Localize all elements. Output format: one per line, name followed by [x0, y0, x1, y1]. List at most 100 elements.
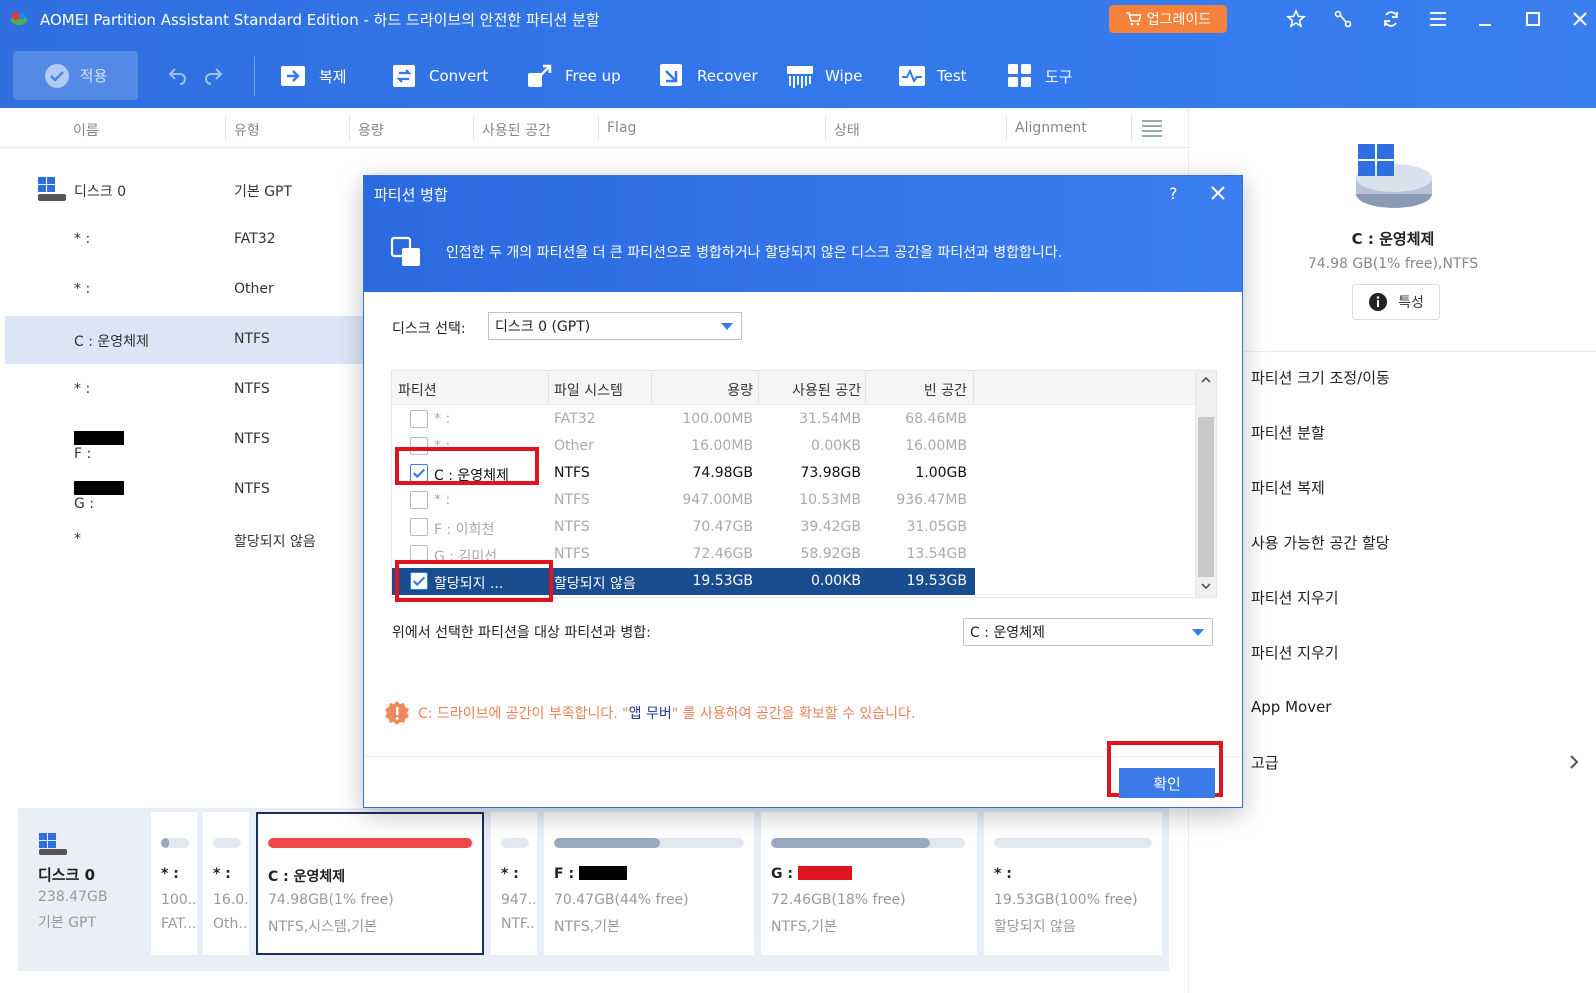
refresh-button[interactable] — [1379, 7, 1403, 31]
disk-map-disk0[interactable]: 디스크 0 238.47GB 기본 GPT — [18, 808, 146, 971]
undo-icon[interactable] — [167, 65, 189, 85]
action-wipe-partition[interactable]: 파티션 지우기 — [1251, 642, 1339, 663]
disk-map-partition-g[interactable]: G : 72.46GB(18% free) NTFS,기본 — [761, 812, 977, 955]
free-up-icon — [528, 64, 552, 87]
redacted-label — [797, 866, 852, 880]
column-used[interactable]: 사용된 공간 — [482, 120, 551, 140]
app-mover-link[interactable]: 앱 무버 — [629, 706, 672, 722]
toolbar-copy[interactable]: 복제 — [279, 60, 347, 92]
scroll-down-icon[interactable] — [1200, 581, 1212, 591]
redacted-label — [74, 481, 124, 495]
toolbar-convert[interactable]: Convert — [389, 60, 488, 92]
close-icon — [1573, 12, 1587, 26]
toolbar-tools[interactable]: 도구 — [1005, 60, 1073, 92]
annotation-box — [395, 447, 539, 485]
close-icon[interactable] — [1207, 182, 1229, 204]
upgrade-label: 업그레이드 — [1146, 12, 1212, 28]
space-warning: C: 드라이브에 공간이 부족합니다. "앱 무버" 를 사용하여 공간을 확보… — [384, 700, 915, 726]
redo-icon[interactable] — [202, 65, 224, 85]
column-settings-icon[interactable] — [1141, 119, 1163, 137]
menu-button[interactable] — [1426, 7, 1450, 31]
toolbar-recover[interactable]: Recover — [657, 60, 758, 92]
properties-button[interactable]: 특성 — [1352, 284, 1440, 320]
column-alignment[interactable]: Alignment — [1015, 120, 1087, 136]
scroll-up-icon[interactable] — [1200, 375, 1212, 385]
disk-select-label: 디스크 선택: — [392, 321, 466, 337]
disk-map-partition[interactable]: * : 16.0... Oth... — [203, 812, 249, 955]
close-window-button[interactable] — [1568, 7, 1592, 31]
selected-partition-title: C : 운영체제 — [1351, 230, 1435, 248]
row-checkbox[interactable] — [410, 410, 428, 428]
table-scrollbar[interactable] — [1195, 371, 1216, 597]
disk-list-header: 이름 유형 용량 사용된 공간 Flag 상태 Alignment — [0, 108, 1188, 148]
toolbar-test[interactable]: Test — [897, 60, 967, 92]
merge-icon — [390, 236, 420, 266]
refresh-icon — [1384, 11, 1398, 27]
action-allocate-free-space[interactable]: 사용 가능한 공간 할당 — [1251, 532, 1390, 553]
toolbar-free-up[interactable]: Free up — [525, 60, 621, 92]
merge-partitions-dialog: 파티션 병합 ? 인접한 두 개의 파티션을 더 큰 파티션으로 병합하거나 할… — [363, 175, 1243, 808]
action-resize-move[interactable]: 파티션 크기 조정/이동 — [1251, 367, 1390, 388]
wipe-icon — [787, 66, 813, 88]
action-app-mover[interactable]: App Mover — [1251, 698, 1331, 716]
disk-map-partition-f[interactable]: F : 70.47GB(44% free) NTFS,기본 — [544, 812, 754, 955]
dialog-description: 인접한 두 개의 파티션을 더 큰 파티션으로 병합하거나 할당되지 않은 디스… — [446, 245, 1063, 261]
disk-select-dropdown[interactable]: 디스크 0 (GPT) — [488, 312, 742, 340]
action-advanced[interactable]: 고급 — [1251, 752, 1279, 773]
action-clone-partition[interactable]: 파티션 복제 — [1251, 477, 1325, 498]
maximize-icon — [1526, 12, 1540, 26]
chevron-down-icon — [1192, 629, 1204, 636]
row-checkbox[interactable] — [410, 518, 428, 536]
disk-map-unallocated[interactable]: * : 19.53GB(100% free) 할당되지 않음 — [984, 812, 1162, 955]
row-checkbox[interactable] — [410, 491, 428, 509]
app-logo-icon — [11, 12, 27, 25]
help-button[interactable]: ? — [1169, 184, 1178, 203]
convert-icon — [393, 65, 415, 87]
share-button[interactable] — [1331, 7, 1355, 31]
maximize-button[interactable] — [1521, 7, 1545, 31]
tools-icon — [1008, 64, 1031, 87]
partition-table-header: 파티션 파일 시스템 용량 사용된 공간 빈 공간 — [392, 371, 1195, 405]
column-name[interactable]: 이름 — [73, 120, 99, 140]
chevron-right-icon[interactable] — [1569, 754, 1579, 770]
scrollbar-thumb[interactable] — [1198, 417, 1214, 577]
table-row[interactable]: * : NTFS 947.00MB 10.53MB 936.47MB — [392, 487, 975, 514]
check-circle-icon — [44, 63, 69, 88]
app-header: AOMEI Partition Assistant Standard Editi… — [0, 0, 1596, 108]
merge-target-label: 위에서 선택한 파티션을 대상 파티션과 병합: — [392, 625, 651, 641]
column-flag[interactable]: Flag — [607, 120, 636, 136]
redacted-label — [74, 431, 124, 445]
disk-map-partition-c[interactable]: C : 운영체제 74.98GB(1% free) NTFS,시스템,기본 — [256, 812, 484, 955]
cart-icon — [1125, 12, 1141, 26]
table-row[interactable]: F : 이희천 NTFS 70.47GB 39.42GB 31.05GB — [392, 514, 975, 541]
apply-button[interactable]: 적용 — [13, 51, 138, 100]
main-toolbar: 적용 복제 Convert Free up Recover Wipe Test — [0, 46, 1596, 106]
operations-panel: C : 운영체제 74.98 GB(1% free),NTFS 특성 파티션 크… — [1188, 108, 1596, 993]
disk-map-partition[interactable]: * : 947.... NTF... — [491, 812, 537, 955]
disk-icon — [38, 177, 66, 201]
toolbar-separator — [254, 56, 255, 96]
minimize-button[interactable] — [1473, 7, 1497, 31]
chevron-down-icon — [721, 323, 733, 330]
partition-disk-icon — [1356, 144, 1432, 208]
dialog-title: 파티션 병합 — [374, 186, 448, 204]
ok-button[interactable]: 확인 — [1119, 768, 1215, 798]
column-type[interactable]: 유형 — [234, 120, 260, 140]
favorite-button[interactable] — [1284, 7, 1308, 31]
toolbar-wipe[interactable]: Wipe — [785, 60, 862, 92]
action-delete-partition[interactable]: 파티션 지우기 — [1251, 587, 1339, 608]
share-icon — [1334, 10, 1352, 28]
test-icon — [899, 66, 925, 86]
annotation-box — [395, 560, 553, 602]
recover-icon — [660, 64, 682, 86]
disk-map-partition[interactable]: * : 100.... FAT... — [151, 812, 197, 955]
merge-target-dropdown[interactable]: C : 운영체제 — [963, 618, 1213, 646]
action-split-partition[interactable]: 파티션 분할 — [1251, 422, 1325, 443]
column-status[interactable]: 상태 — [834, 120, 860, 140]
info-icon — [1369, 293, 1388, 311]
apply-label: 적용 — [79, 67, 108, 85]
table-row[interactable]: * : FAT32 100.00MB 31.54MB 68.46MB — [392, 406, 975, 433]
column-capacity[interactable]: 용량 — [358, 120, 384, 140]
upgrade-button[interactable]: 업그레이드 — [1109, 5, 1227, 33]
hamburger-icon — [1430, 12, 1446, 26]
